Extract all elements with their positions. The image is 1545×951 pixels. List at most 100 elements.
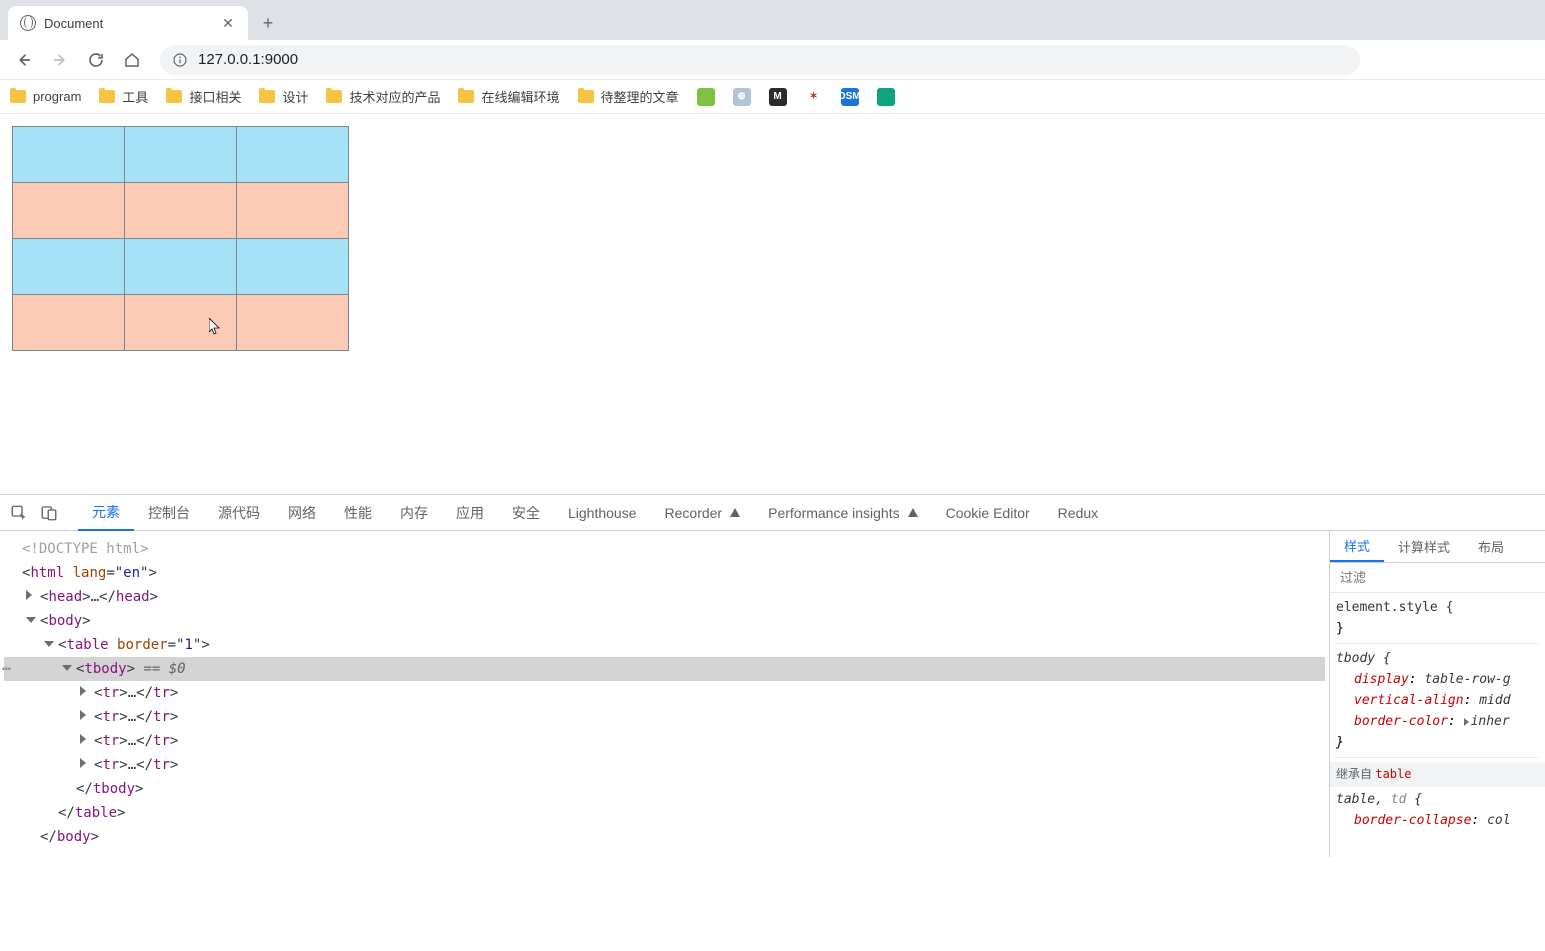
bookmark-item[interactable]: program xyxy=(10,89,81,104)
selector-text[interactable]: element.style { xyxy=(1336,600,1453,615)
table-cell xyxy=(237,183,349,239)
styles-subtab[interactable]: 计算样式 xyxy=(1384,531,1464,562)
arrow-right-icon xyxy=(51,51,69,69)
css-property[interactable]: border-color: inher xyxy=(1336,711,1539,732)
bookmark-item[interactable]: 接口相关 xyxy=(166,87,241,106)
dom-tr[interactable]: <tr>…</tr> xyxy=(4,753,1325,777)
caret-icon[interactable] xyxy=(44,641,54,647)
inspect-element-button[interactable] xyxy=(6,500,32,526)
arrow-left-icon xyxy=(15,51,33,69)
folder-icon xyxy=(99,90,115,103)
dom-tr[interactable]: <tr>…</tr> xyxy=(4,705,1325,729)
dom-table-open[interactable]: <table border="1"> xyxy=(4,633,1325,657)
back-button[interactable] xyxy=(8,44,40,76)
table-cell xyxy=(125,239,237,295)
folder-icon xyxy=(259,90,275,103)
selector-text[interactable]: table, td { xyxy=(1336,792,1422,807)
dom-tr[interactable]: <tr>…</tr> xyxy=(4,681,1325,705)
selector-text[interactable]: tbody { xyxy=(1336,651,1391,666)
bookmark-item[interactable]: 技术对应的产品 xyxy=(326,87,440,106)
info-icon[interactable] xyxy=(172,52,188,68)
caret-icon[interactable] xyxy=(80,710,86,720)
devtools-tab[interactable]: 网络 xyxy=(274,495,330,531)
browser-chrome: Document ✕ + 127.0.0.1:9000 program 工具接口相… xyxy=(0,0,1545,114)
new-tab-button[interactable]: + xyxy=(254,9,282,37)
devtools-tab[interactable]: 源代码 xyxy=(204,495,274,531)
bookmark-item[interactable]: 在线编辑环境 xyxy=(458,87,559,106)
extension-icon[interactable]: ✶ xyxy=(805,88,823,106)
device-toggle-button[interactable] xyxy=(36,500,62,526)
browser-tab[interactable]: Document ✕ xyxy=(8,6,248,40)
beta-icon xyxy=(908,508,918,517)
devtools-tab[interactable]: 控制台 xyxy=(134,495,204,531)
extension-icon[interactable]: DSM xyxy=(841,88,859,106)
table-cell xyxy=(237,127,349,183)
folder-icon xyxy=(10,90,26,103)
reload-button[interactable] xyxy=(80,44,112,76)
dom-tbody-close[interactable]: </tbody> xyxy=(4,777,1325,801)
table-row xyxy=(13,127,349,183)
devtools-tab[interactable]: Cookie Editor xyxy=(932,495,1044,531)
home-button[interactable] xyxy=(116,44,148,76)
dom-body-close[interactable]: </body> xyxy=(4,825,1325,849)
table-cell xyxy=(125,127,237,183)
caret-icon[interactable] xyxy=(80,734,86,744)
styles-subtab[interactable]: 样式 xyxy=(1330,531,1384,562)
dom-head[interactable]: <head>…</head> xyxy=(4,585,1325,609)
caret-icon[interactable] xyxy=(80,758,86,768)
tab-strip: Document ✕ + xyxy=(0,0,1545,40)
tab-title: Document xyxy=(44,16,212,31)
bookmark-label: 待整理的文章 xyxy=(601,87,679,106)
close-icon[interactable]: ✕ xyxy=(220,15,236,31)
bookmark-label: 设计 xyxy=(282,87,308,106)
dom-table-close[interactable]: </table> xyxy=(4,801,1325,825)
bookmark-item[interactable]: 工具 xyxy=(99,87,148,106)
table-cell xyxy=(237,295,349,351)
styles-filter xyxy=(1330,563,1545,593)
home-icon xyxy=(123,51,141,69)
extension-icon[interactable] xyxy=(697,88,715,106)
dom-tree[interactable]: <!DOCTYPE html> <html lang="en"> <head>…… xyxy=(0,531,1329,857)
table-row xyxy=(13,183,349,239)
devtools-tab[interactable]: Lighthouse xyxy=(554,495,651,531)
globe-icon xyxy=(20,15,36,31)
devtools-tab[interactable]: Recorder xyxy=(651,495,755,531)
dom-html-open[interactable]: <html lang="en"> xyxy=(4,561,1325,585)
devtools-tab[interactable]: Redux xyxy=(1044,495,1112,531)
devtools-tab[interactable]: 内存 xyxy=(386,495,442,531)
url-text: 127.0.0.1:9000 xyxy=(198,51,298,68)
devtools-tab[interactable]: 安全 xyxy=(498,495,554,531)
dom-doctype[interactable]: <!DOCTYPE html> xyxy=(4,537,1325,561)
caret-icon[interactable] xyxy=(62,665,72,671)
dom-tr[interactable]: <tr>…</tr> xyxy=(4,729,1325,753)
styles-subtab[interactable]: 布局 xyxy=(1464,531,1518,562)
styles-panel: 样式计算样式布局 element.style { } tbody { displ… xyxy=(1329,531,1545,857)
css-property[interactable]: border-collapse: col xyxy=(1336,810,1539,831)
dom-body-open[interactable]: <body> xyxy=(4,609,1325,633)
page-content xyxy=(0,114,1545,494)
extension-icon[interactable]: M xyxy=(769,88,787,106)
devtools-tab[interactable]: 元素 xyxy=(78,495,134,531)
bookmark-label: 在线编辑环境 xyxy=(481,87,559,106)
bookmarks-bar: program 工具接口相关 设计技术对应的产品 在线编辑环境 待整理的文章 ⊕ M ✶ DSM xyxy=(0,80,1545,114)
styles-rules[interactable]: element.style { } tbody { display: table… xyxy=(1330,593,1545,857)
table-cell xyxy=(13,127,125,183)
bookmark-item[interactable]: 设计 xyxy=(259,87,308,106)
devtools-tab[interactable]: 应用 xyxy=(442,495,498,531)
more-icon[interactable]: ⋯ xyxy=(2,657,9,681)
table-row xyxy=(13,295,349,351)
devtools-tab[interactable]: Performance insights xyxy=(754,495,932,531)
css-property[interactable]: vertical-align: midd xyxy=(1336,690,1539,711)
filter-input[interactable] xyxy=(1330,563,1545,592)
extension-icon[interactable] xyxy=(877,88,895,106)
css-property[interactable]: display: table-row-g xyxy=(1336,669,1539,690)
devtools-tab[interactable]: 性能 xyxy=(330,495,386,531)
caret-icon[interactable] xyxy=(80,686,86,696)
address-bar[interactable]: 127.0.0.1:9000 xyxy=(160,45,1360,75)
bookmark-item[interactable]: 待整理的文章 xyxy=(578,87,679,106)
extension-icon[interactable]: ⊕ xyxy=(733,88,751,106)
forward-button xyxy=(44,44,76,76)
caret-icon[interactable] xyxy=(26,590,32,600)
caret-icon[interactable] xyxy=(26,617,36,623)
dom-tbody-open[interactable]: ⋯<tbody> == $0 xyxy=(4,657,1325,681)
